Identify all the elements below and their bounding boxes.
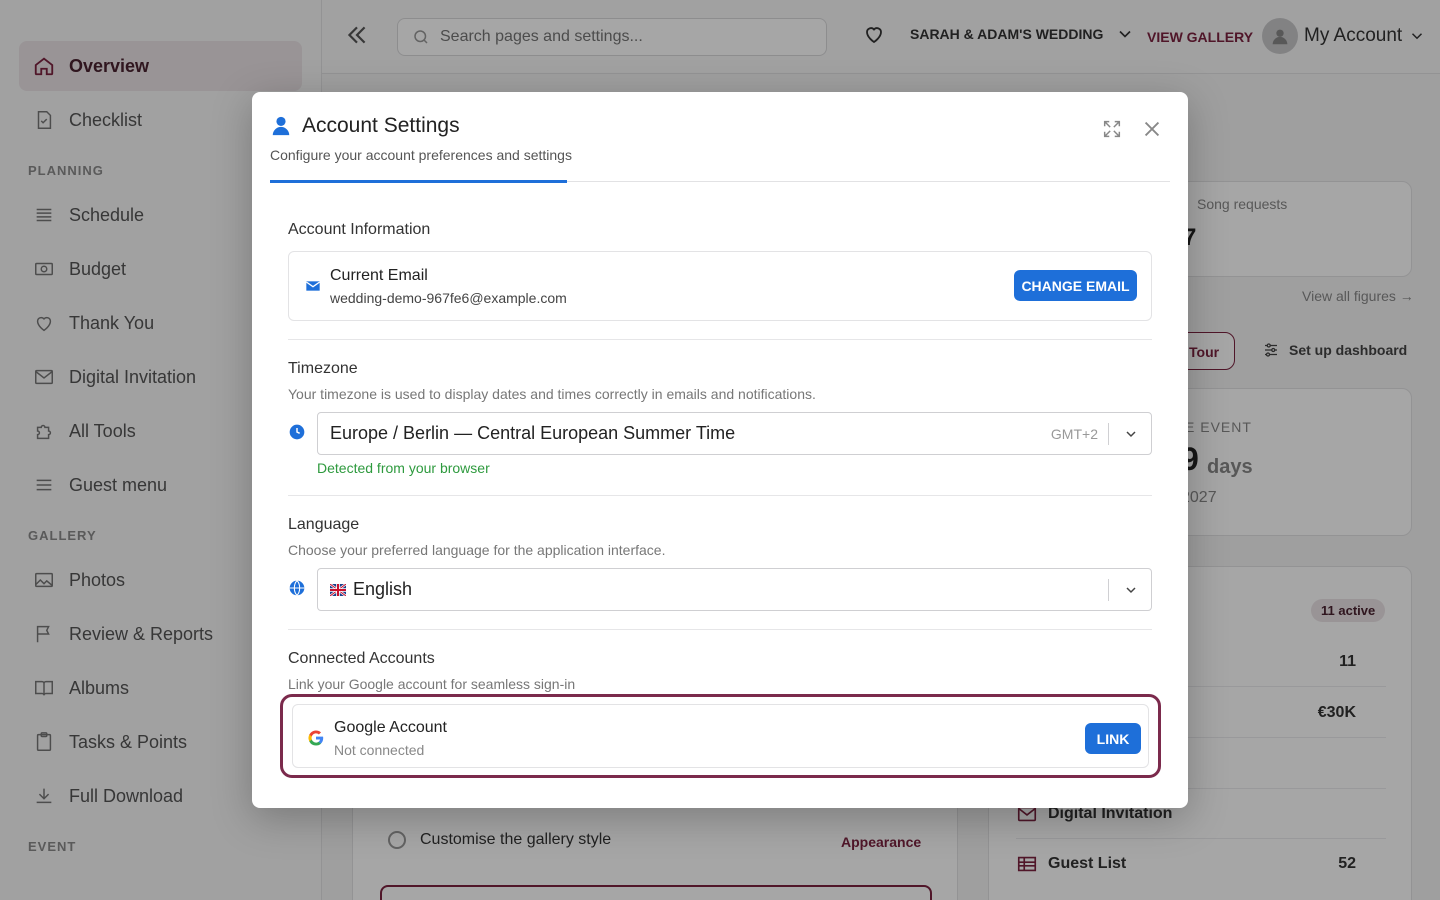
timezone-detected-note: Detected from your browser — [317, 460, 490, 476]
close-icon[interactable] — [1141, 118, 1163, 140]
clock-icon — [289, 424, 305, 440]
section-divider — [288, 339, 1152, 340]
account-info-title: Account Information — [288, 221, 431, 238]
section-divider — [288, 495, 1152, 496]
language-value: English — [353, 579, 413, 599]
user-icon — [272, 116, 290, 136]
section-divider — [288, 629, 1152, 630]
select-separator — [1108, 579, 1109, 601]
google-account-status: Not connected — [334, 742, 425, 758]
modal-title-text: Account Settings — [302, 114, 460, 137]
language-help: Choose your preferred language for the a… — [288, 542, 666, 558]
connected-accounts-title: Connected Accounts — [288, 650, 435, 667]
current-email-box: Current Email wedding-demo-967fe6@exampl… — [288, 251, 1152, 321]
account-settings-modal: Account Settings Configure your account … — [252, 92, 1188, 808]
timezone-select[interactable]: Europe / Berlin — Central European Summe… — [317, 412, 1152, 455]
timezone-title: Timezone — [288, 360, 358, 377]
google-icon — [308, 730, 324, 746]
uk-flag-icon — [330, 583, 346, 596]
language-title: Language — [288, 516, 360, 533]
modal-header: Account Settings Configure your account … — [270, 114, 572, 163]
timezone-value: Europe / Berlin — Central European Summe… — [330, 423, 736, 443]
connected-accounts-help: Link your Google account for seamless si… — [288, 676, 576, 692]
timezone-offset: GMT+2 — [1050, 426, 1098, 442]
email-value: wedding-demo-967fe6@example.com — [330, 290, 567, 306]
chevron-down-icon — [1126, 431, 1136, 438]
chevron-down-icon — [1126, 587, 1136, 594]
expand-icon[interactable] — [1101, 118, 1123, 140]
change-email-button[interactable]: CHANGE EMAIL — [1014, 270, 1137, 301]
envelope-icon — [305, 281, 321, 291]
modal-title: Account Settings — [270, 114, 572, 138]
globe-icon — [289, 580, 305, 596]
google-account-title: Google Account — [334, 719, 447, 736]
modal-subtitle: Configure your account preferences and s… — [270, 147, 572, 163]
link-google-button[interactable]: LINK — [1085, 723, 1141, 754]
tab-active-indicator — [270, 180, 567, 183]
select-separator — [1108, 423, 1109, 445]
timezone-help: Your timezone is used to display dates a… — [288, 386, 816, 402]
email-label: Current Email — [330, 267, 428, 284]
language-select[interactable]: English — [317, 568, 1152, 611]
google-account-highlight: Google Account Not connected LINK — [280, 694, 1161, 778]
google-account-row: Google Account Not connected LINK — [292, 704, 1149, 768]
